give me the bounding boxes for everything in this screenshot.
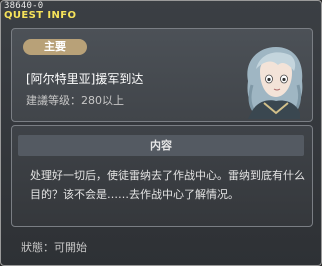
content-header: 内容 (18, 135, 304, 156)
quest-content-panel: 内容 处理好一切后，使徒雷纳去了作战中心。雷纳到底有什么目的？该不会是……去作战… (11, 125, 313, 227)
quest-info-window: 38640-0 QUEST INFO 主要 [阿尔特里亚]援军到达 建議等级：2… (0, 0, 322, 266)
quest-summary-panel: 主要 [阿尔特里亚]援军到达 建議等级：280以上 (11, 28, 313, 122)
npc-portrait (247, 47, 303, 119)
quest-title: [阿尔特里亚]援军到达 (26, 72, 144, 86)
quest-level-requirement: 建議等级：280以上 (26, 94, 124, 107)
quest-description: 处理好一切后，使徒雷纳去了作战中心。雷纳到底有什么目的？该不会是……去作战中心了… (30, 169, 305, 201)
quest-status: 狀態：可開始 (21, 241, 87, 254)
quest-category-badge: 主要 (23, 39, 87, 55)
window-title: QUEST INFO (4, 10, 77, 21)
